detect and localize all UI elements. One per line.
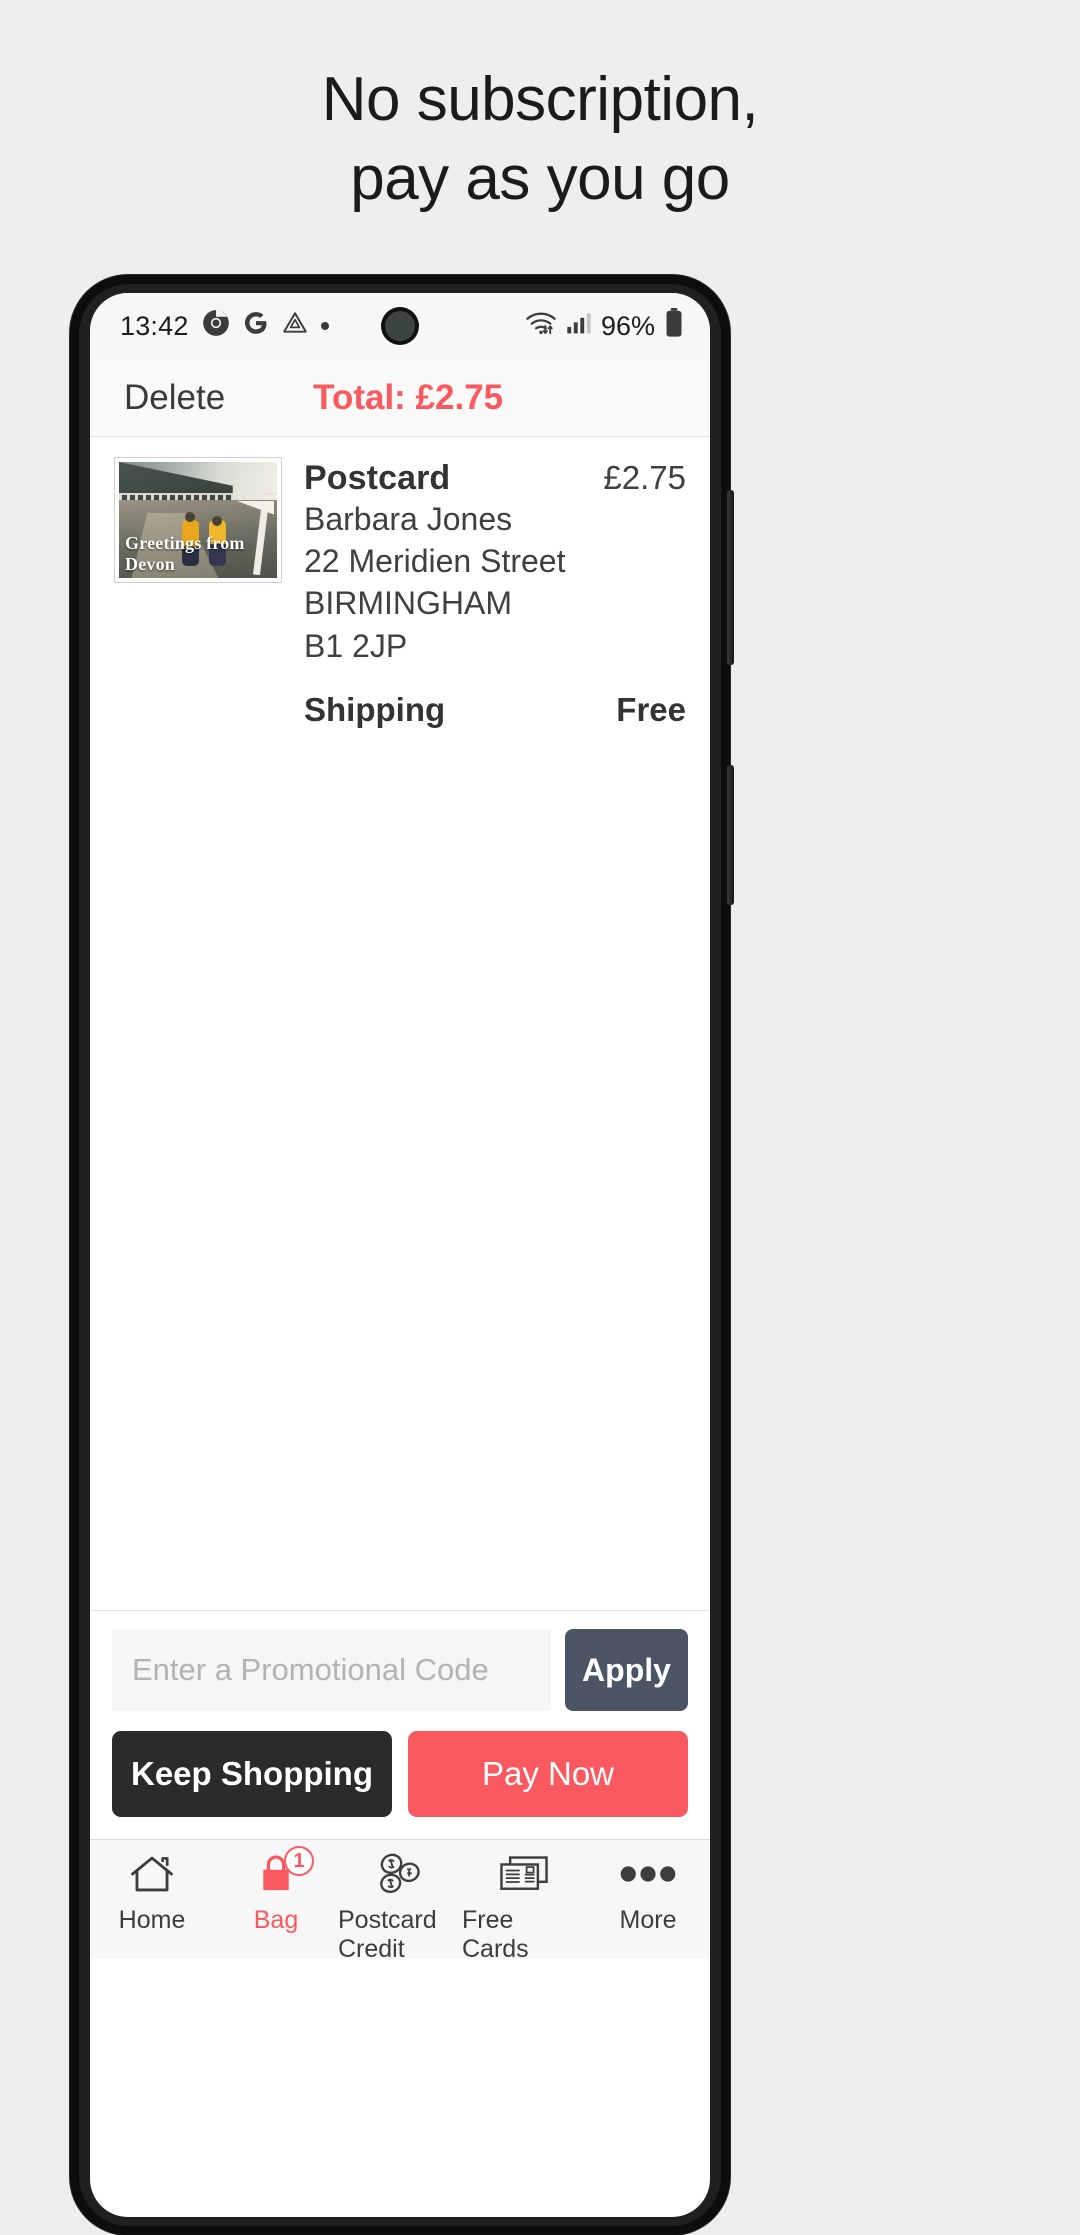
promo-section: Apply [90, 1610, 710, 1711]
cellular-signal-icon [566, 311, 592, 342]
apply-button[interactable]: Apply [565, 1629, 688, 1711]
nav-item-bag[interactable]: 1 Bag [214, 1846, 338, 1935]
cart-item[interactable]: Greetings from Devon Postcard £2.75 Barb… [114, 457, 686, 729]
postcard-image: Greetings from Devon [119, 462, 277, 578]
shipping-row: Shipping Free [304, 691, 686, 729]
phone-power-button[interactable] [727, 490, 734, 665]
cart-item-title-row: Postcard £2.75 [304, 459, 686, 498]
nav-label-postcard-credit: Postcard Credit [338, 1906, 437, 1963]
recipient-name: Barbara Jones [304, 501, 513, 537]
google-icon [243, 310, 269, 343]
phone-frame: 13:42 96% Delete Total: £2.75 Greetings … [70, 275, 734, 2235]
camera-punch-hole [385, 311, 415, 341]
shipping-value: Free [616, 690, 686, 728]
nav-label-bag: Bag [253, 1906, 299, 1934]
nav-item-postcard-credit[interactable]: Postcard Credit [338, 1850, 462, 1964]
address-city: BIRMINGHAM [304, 585, 512, 622]
phone-screen: 13:42 96% Delete Total: £2.75 Greetings … [90, 293, 710, 2217]
status-time: 13:42 [120, 310, 189, 341]
address-postcode: B1 2JP [304, 627, 408, 664]
headline-line-1: No subscription, [321, 65, 759, 134]
cart-item-price: £2.75 [603, 459, 686, 496]
address-line-1: 22 Meridien Street [304, 543, 566, 580]
shipping-label: Shipping [304, 690, 446, 728]
keep-shopping-button[interactable]: Keep Shopping [112, 1731, 392, 1817]
coins-icon [376, 1850, 424, 1898]
nav-item-home[interactable]: Home [90, 1850, 214, 1935]
nav-label-more: More [619, 1906, 677, 1934]
pay-now-button[interactable]: Pay Now [408, 1731, 688, 1817]
bag-badge: 1 [284, 1846, 314, 1876]
home-icon [129, 1850, 175, 1898]
cart-body: Greetings from Devon Postcard £2.75 Barb… [90, 437, 710, 1610]
wifi-icon [525, 309, 557, 344]
postcard-caption: Greetings from Devon [125, 533, 245, 574]
shopping-bag-icon: 1 [254, 1846, 314, 1898]
dot-icon [320, 322, 329, 330]
nav-item-free-cards[interactable]: Free Cards [462, 1850, 586, 1964]
ellipsis-icon [620, 1850, 676, 1898]
cart-total: Total: £2.75 [313, 377, 504, 417]
bottom-navigation: Home 1 Bag Postcard Credit Free Cards Mo… [90, 1839, 710, 1963]
headline-line-2: pay as you go [350, 144, 730, 214]
phone-volume-button[interactable] [727, 765, 734, 905]
battery-percent: 96% [600, 310, 655, 341]
status-bar-left: 13:42 [120, 309, 329, 344]
marketing-headline: No subscription, pay as you go [0, 60, 1080, 219]
nav-item-more[interactable]: More [586, 1850, 710, 1935]
app-header: Delete Total: £2.75 [90, 359, 710, 437]
postcard-thumbnail[interactable]: Greetings from Devon [114, 457, 282, 583]
status-bar-right: 96% [525, 307, 684, 345]
cart-item-details: Postcard £2.75 Barbara Jones 22 Meridien… [304, 457, 686, 729]
postcards-icon [498, 1850, 550, 1898]
drive-icon [282, 310, 308, 343]
nav-label-home: Home [118, 1906, 186, 1934]
cart-item-title: Postcard [304, 459, 451, 497]
action-buttons: Keep Shopping Pay Now [90, 1711, 710, 1839]
chrome-icon [202, 309, 230, 344]
promo-code-input[interactable] [112, 1629, 551, 1711]
battery-icon [664, 307, 684, 345]
status-bar: 13:42 96% [90, 293, 710, 359]
delete-button[interactable]: Delete [124, 378, 225, 418]
nav-label-free-cards: Free Cards [462, 1906, 529, 1963]
